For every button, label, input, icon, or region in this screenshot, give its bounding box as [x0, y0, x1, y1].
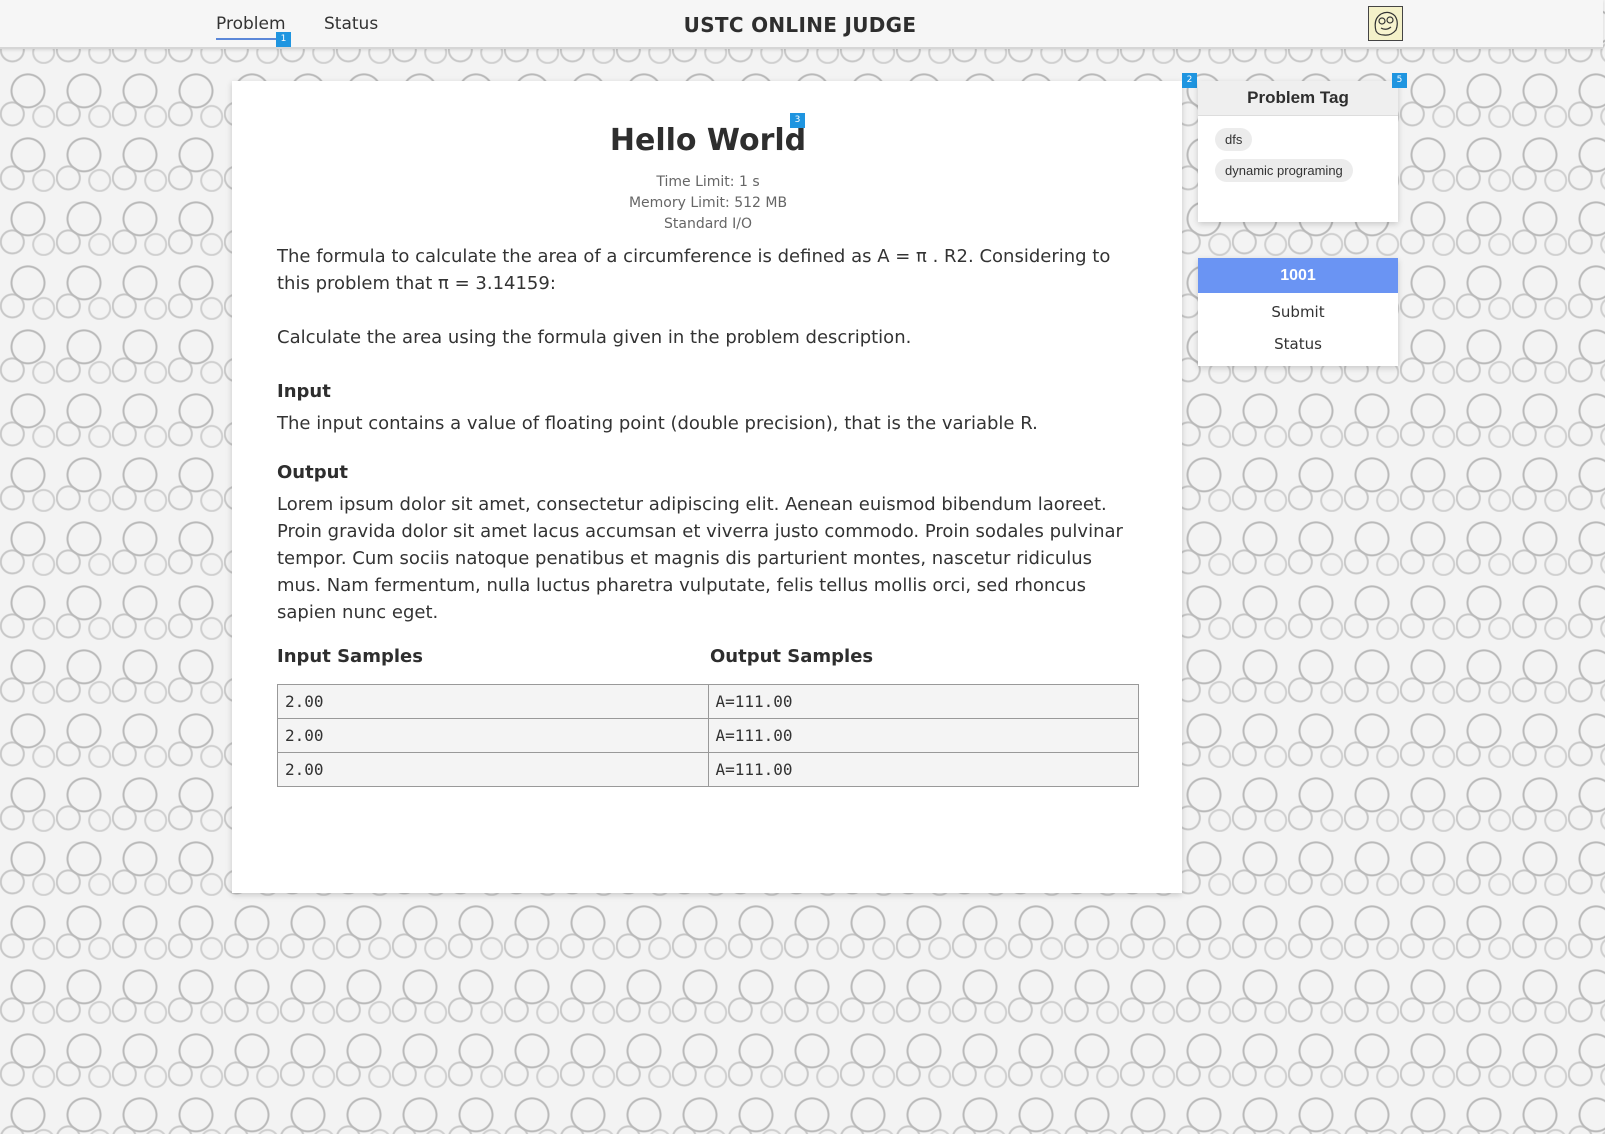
memory-limit: Memory Limit: 512 MB	[628, 195, 788, 211]
app-title: USTC ONLINE JUDGE	[683, 13, 917, 37]
input-text: The input contains a value of floating p…	[277, 413, 1038, 434]
tag-chip[interactable]: dfs	[1215, 128, 1253, 151]
submit-link[interactable]: Submit	[1198, 303, 1398, 321]
description-paragraph: The formula to calculate the area of a c…	[277, 246, 1111, 294]
sample-output-cell: A=111.00	[707, 718, 1139, 753]
problem-tag-panel: Problem Tag dfs dynamic programing	[1198, 81, 1398, 222]
problem-content: Hello World Time Limit: 1 s Memory Limit…	[277, 81, 1139, 787]
annotation-marker: 5	[1392, 73, 1407, 88]
annotation-marker: 2	[1182, 73, 1197, 88]
annotation-marker: 3	[790, 113, 805, 128]
problem-action-panel: 1001 Submit Status	[1198, 258, 1398, 366]
samples-header: Input Samples Output Samples	[277, 646, 1139, 672]
tag-chip[interactable]: dynamic programing	[1215, 159, 1353, 182]
problem-limits: Time Limit: 1 s Memory Limit: 512 MB Sta…	[277, 172, 1139, 235]
user-avatar-icon[interactable]	[1368, 6, 1403, 41]
output-heading: Output	[277, 462, 349, 483]
output-text: Lorem ipsum dolor sit amet, consectetur …	[277, 494, 1123, 623]
sample-input-cell: 2.00	[277, 752, 709, 787]
output-samples-heading: Output Samples	[710, 646, 874, 667]
annotation-marker: 1	[276, 32, 291, 47]
nav-status-link[interactable]: Status	[324, 14, 378, 34]
problem-title: Hello World	[609, 123, 807, 158]
table-row: 2.00 A=111.00	[277, 752, 1139, 787]
io-type: Standard I/O	[663, 216, 752, 232]
sample-input-cell: 2.00	[277, 718, 709, 753]
description-paragraph: Calculate the area using the formula giv…	[277, 327, 912, 348]
problem-status-link[interactable]: Status	[1198, 335, 1398, 353]
input-samples-heading: Input Samples	[277, 646, 423, 667]
tag-list: dfs dynamic programing	[1198, 116, 1398, 182]
time-limit: Time Limit: 1 s	[656, 174, 760, 190]
sample-input-cell: 2.00	[277, 684, 709, 719]
samples-table: 2.00 A=111.00 2.00 A=111.00 2.00 A=111.0…	[277, 684, 1139, 787]
problem-tag-title: Problem Tag	[1198, 81, 1398, 116]
input-heading: Input	[277, 381, 331, 402]
table-row: 2.00 A=111.00	[277, 684, 1139, 719]
problem-card: Hello World Time Limit: 1 s Memory Limit…	[232, 81, 1182, 893]
problem-description: The formula to calculate the area of a c…	[277, 243, 1139, 351]
problem-id-badge: 1001	[1198, 258, 1398, 293]
sample-output-cell: A=111.00	[707, 684, 1139, 719]
top-nav-bar: Problem Status USTC ONLINE JUDGE	[0, 0, 1603, 49]
sample-output-cell: A=111.00	[707, 752, 1139, 787]
table-row: 2.00 A=111.00	[277, 718, 1139, 753]
